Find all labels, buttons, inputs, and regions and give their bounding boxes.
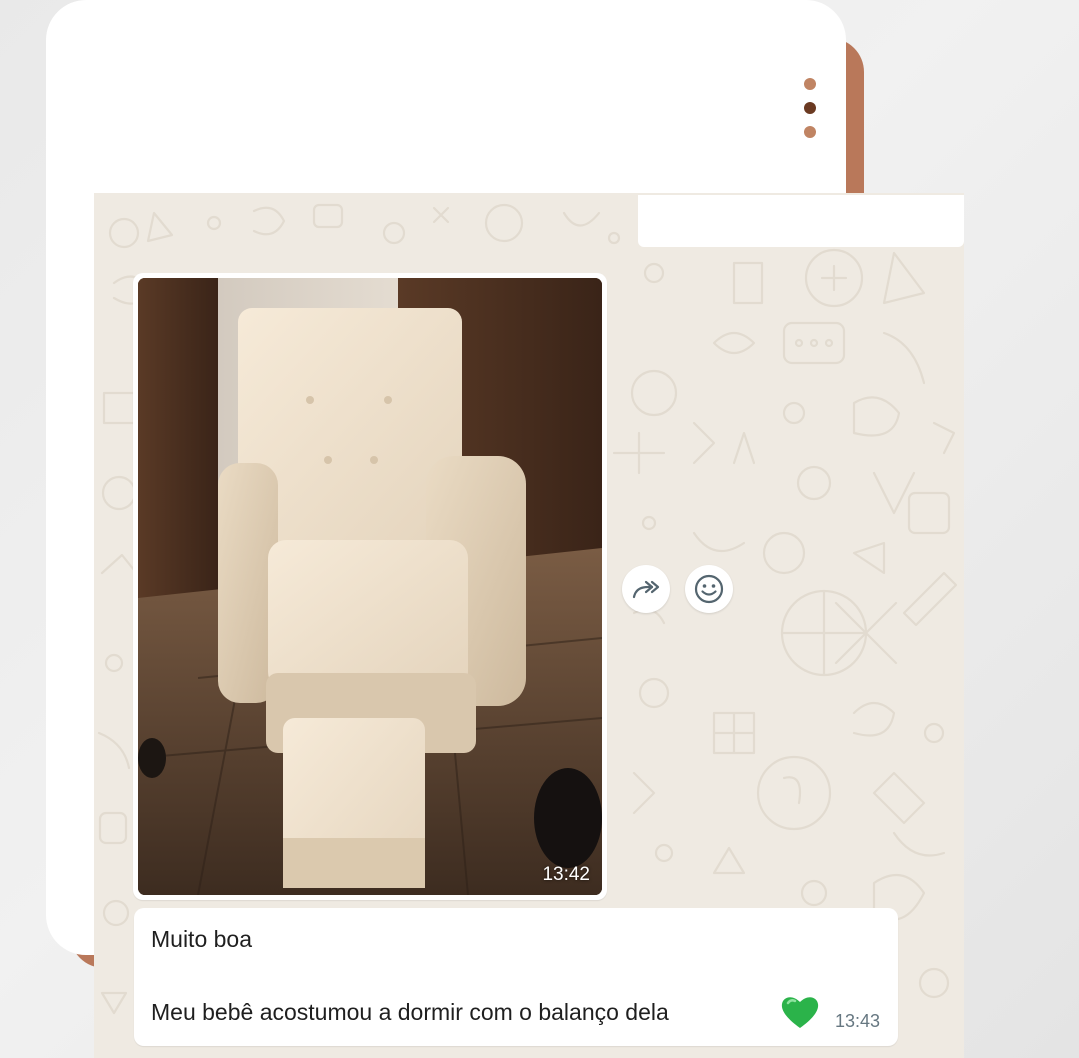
image-message-bubble[interactable]: 13:42 <box>133 273 607 900</box>
menu-dot <box>804 102 816 114</box>
react-button[interactable] <box>685 565 733 613</box>
chair-photo[interactable]: 13:42 <box>138 278 602 895</box>
smiley-icon <box>694 574 724 604</box>
message-line-2: Meu bebê acostumou a dormir com o balanç… <box>151 999 669 1025</box>
message-line-1: Muito boa <box>151 926 253 952</box>
menu-dot <box>804 126 816 138</box>
menu-dots-icon[interactable] <box>798 74 822 142</box>
chat-area[interactable]: 13:42 Muito boa Meu bebê acostumou a dor… <box>94 193 964 1058</box>
image-timestamp: 13:42 <box>542 864 590 885</box>
forward-button[interactable] <box>622 565 670 613</box>
forward-icon <box>632 580 660 599</box>
message-timestamp: 13:43 <box>835 1011 881 1031</box>
green-heart-icon <box>781 997 819 1028</box>
photo-illustration <box>138 278 602 895</box>
text-message-bubble[interactable]: Muito boa Meu bebê acostumou a dormir co… <box>134 908 898 1046</box>
menu-dot <box>804 78 816 90</box>
header-bubble-fragment <box>638 195 964 247</box>
